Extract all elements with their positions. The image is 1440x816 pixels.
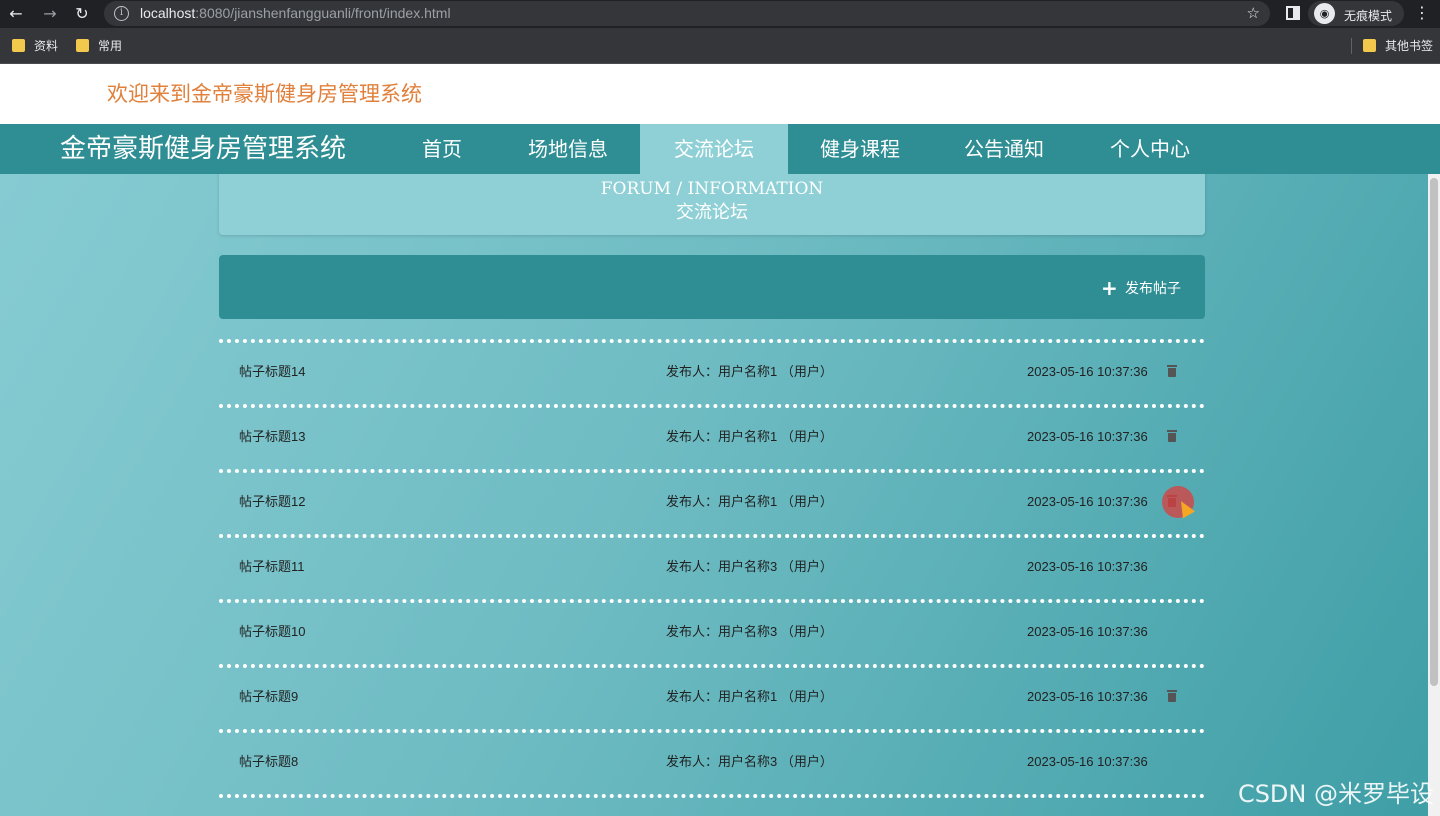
site-header: 欢迎来到金帝豪斯健身房管理系统 (0, 64, 1440, 124)
section-title-cn: 交流论坛 (676, 202, 748, 223)
section-title-box: FORUM / INFORMATION 交流论坛 (219, 174, 1205, 235)
list-item[interactable]: 帖子标题12 发布人：用户名称1 （用户） 2023-05-16 10:37:3… (219, 469, 1205, 534)
post-list: 帖子标题14 发布人：用户名称1 （用户） 2023-05-16 10:37:3… (219, 339, 1205, 798)
url-text[interactable]: localhost:8080/jianshenfangguanli/front/… (140, 5, 451, 22)
list-item[interactable]: 帖子标题13 发布人：用户名称1 （用户） 2023-05-16 10:37:3… (219, 404, 1205, 469)
nav-home[interactable]: 首页 (392, 124, 492, 174)
scrollbar-thumb[interactable] (1430, 178, 1438, 686)
post-author: 发布人：用户名称3 （用户） (666, 754, 833, 769)
side-panel-icon[interactable] (1286, 6, 1300, 20)
list-item[interactable]: 帖子标题10 发布人：用户名称3 （用户） 2023-05-16 10:37:3… (219, 599, 1205, 664)
nav-profile[interactable]: 个人中心 (1080, 124, 1220, 174)
post-time: 2023-05-16 10:37:36 (1027, 754, 1148, 769)
reload-icon[interactable]: ↻ (72, 4, 92, 24)
star-icon[interactable]: ☆ (1247, 4, 1260, 22)
trash-icon[interactable] (1167, 365, 1177, 377)
incognito-label: 无痕模式 (1344, 9, 1393, 23)
incognito-icon: ◉ (1314, 3, 1335, 24)
post-author: 发布人：用户名称3 （用户） (666, 624, 833, 639)
post-title[interactable]: 帖子标题9 (239, 688, 298, 706)
list-item[interactable]: 帖子标题9 发布人：用户名称1 （用户） 2023-05-16 10:37:36 (219, 664, 1205, 729)
main-content: FORUM / INFORMATION 交流论坛 + 发布帖子 帖子标题14 发… (0, 174, 1428, 816)
post-author: 发布人：用户名称1 （用户） (666, 429, 833, 444)
watermark: CSDN @米罗毕设 (1237, 780, 1434, 808)
post-time: 2023-05-16 10:37:36 (1027, 429, 1148, 444)
post-author: 发布人：用户名称1 （用户） (666, 494, 833, 509)
list-item[interactable]: 帖子标题14 发布人：用户名称1 （用户） 2023-05-16 10:37:3… (219, 339, 1205, 404)
post-time: 2023-05-16 10:37:36 (1027, 364, 1148, 379)
post-title[interactable]: 帖子标题10 (239, 623, 305, 641)
post-title[interactable]: 帖子标题13 (239, 428, 305, 446)
folder-icon (12, 39, 25, 52)
post-time: 2023-05-16 10:37:36 (1027, 624, 1148, 639)
post-time: 2023-05-16 10:37:36 (1027, 559, 1148, 574)
welcome-text: 欢迎来到金帝豪斯健身房管理系统 (107, 82, 422, 106)
post-time: 2023-05-16 10:37:36 (1027, 494, 1148, 509)
post-author: 发布人：用户名称1 （用户） (666, 689, 833, 704)
bookmark-folder-1[interactable]: 常用 (76, 38, 122, 54)
post-title[interactable]: 帖子标题11 (239, 558, 305, 576)
post-title[interactable]: 帖子标题8 (239, 753, 298, 771)
section-title-en: FORUM / INFORMATION (600, 179, 824, 199)
publish-post-label: 发布帖子 (1125, 281, 1181, 297)
post-title[interactable]: 帖子标题12 (239, 493, 305, 511)
address-bar[interactable]: i localhost:8080/jianshenfangguanli/fron… (104, 1, 1270, 26)
bookmarks-bar: 资料 常用 其他书签 (0, 28, 1440, 64)
folder-icon (76, 39, 89, 52)
trash-icon[interactable] (1167, 430, 1177, 442)
plus-icon: + (1101, 276, 1118, 300)
post-author: 发布人：用户名称3 （用户） (666, 559, 833, 574)
post-author: 发布人：用户名称1 （用户） (666, 364, 833, 379)
nav-notices[interactable]: 公告通知 (932, 124, 1076, 174)
other-bookmarks[interactable]: 其他书签 (1363, 38, 1433, 54)
publish-post-button[interactable]: + 发布帖子 (1101, 276, 1181, 300)
nav-venue-info[interactable]: 场地信息 (496, 124, 640, 174)
incognito-badge[interactable]: ◉ 无痕模式 (1308, 1, 1404, 26)
nav-courses[interactable]: 健身课程 (788, 124, 932, 174)
list-item[interactable]: 帖子标题8 发布人：用户名称3 （用户） 2023-05-16 10:37:36 (219, 729, 1205, 798)
browser-toolbar: ← → ↻ i localhost:8080/jianshenfangguanl… (0, 0, 1440, 28)
info-icon[interactable]: i (114, 6, 129, 21)
bookmark-folder-0[interactable]: 资料 (12, 38, 58, 54)
post-time: 2023-05-16 10:37:36 (1027, 689, 1148, 704)
back-arrow-icon[interactable]: ← (6, 4, 26, 24)
list-item[interactable]: 帖子标题11 发布人：用户名称3 （用户） 2023-05-16 10:37:3… (219, 534, 1205, 599)
brand-title: 金帝豪斯健身房管理系统 (60, 134, 347, 164)
main-nav: 金帝豪斯健身房管理系统 首页 场地信息 交流论坛 健身课程 公告通知 个人中心 (0, 124, 1440, 174)
folder-icon (1363, 39, 1376, 52)
page-scrollbar[interactable] (1428, 174, 1440, 816)
action-bar: + 发布帖子 (219, 255, 1205, 319)
nav-forum[interactable]: 交流论坛 (640, 124, 788, 174)
bookmark-separator (1351, 38, 1352, 54)
trash-icon[interactable] (1167, 690, 1177, 702)
post-title[interactable]: 帖子标题14 (239, 363, 305, 381)
forward-arrow-icon[interactable]: → (40, 4, 60, 24)
menu-kebab-icon[interactable]: ⋮ (1414, 3, 1430, 22)
